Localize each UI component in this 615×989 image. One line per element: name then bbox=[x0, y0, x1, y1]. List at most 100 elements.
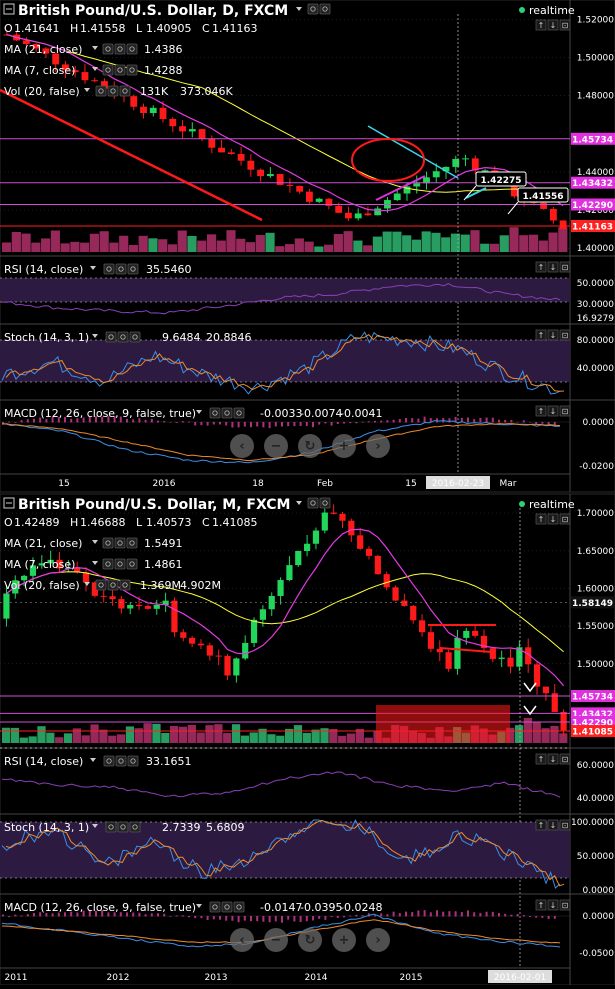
rsi-tool-button-1[interactable] bbox=[115, 755, 127, 767]
title-tool-button-1[interactable] bbox=[319, 3, 331, 15]
macd-histogram-bar bbox=[535, 916, 538, 918]
macd-histogram-bar bbox=[516, 422, 519, 423]
vol-tool-button-1[interactable] bbox=[107, 85, 119, 97]
cursor-date-label: 2016-02-01 bbox=[494, 973, 546, 983]
candle-body bbox=[171, 600, 178, 633]
ma21-tool-button-1[interactable] bbox=[114, 537, 126, 549]
volume-bar bbox=[109, 242, 119, 252]
candle-body bbox=[315, 198, 323, 202]
candle-body bbox=[463, 630, 470, 638]
ma21-tool-button-0[interactable] bbox=[102, 43, 114, 55]
macd-histogram-bar bbox=[343, 422, 345, 424]
candle-body bbox=[559, 220, 567, 230]
vol-tool-button-0[interactable] bbox=[95, 85, 107, 97]
candle-body bbox=[462, 158, 469, 160]
rsi-tool-button-1[interactable] bbox=[115, 263, 127, 275]
ohlc-c-value: 1.41085 bbox=[212, 516, 258, 529]
candle-body bbox=[224, 656, 231, 676]
candle-body bbox=[188, 129, 196, 132]
stoch-tool-button-2[interactable] bbox=[129, 821, 141, 833]
ma21-tool-button-2[interactable] bbox=[126, 43, 138, 55]
stoch-legend-label: Stoch (14, 3, 1) bbox=[4, 331, 89, 344]
macd-histogram-bar bbox=[2, 914, 4, 917]
ma7-legend-label: MA (7, close) bbox=[4, 64, 75, 77]
macd-histogram-bar bbox=[553, 916, 556, 919]
macd-histogram-bar bbox=[355, 914, 358, 917]
realtime-label: realtime bbox=[529, 4, 575, 17]
macd-tool-button-1[interactable] bbox=[221, 901, 233, 913]
stoch-tool-button-2[interactable] bbox=[129, 331, 141, 343]
volume-bar bbox=[216, 240, 226, 252]
ma7-tool-button-0[interactable] bbox=[102, 64, 114, 76]
macd-histogram-bar bbox=[312, 916, 314, 921]
vol-tool-button-2[interactable] bbox=[119, 579, 131, 591]
main-pane-btn-icon-1: ↓ bbox=[550, 515, 557, 524]
macd-value: -0.0147 bbox=[260, 901, 302, 914]
candle-body bbox=[321, 512, 328, 531]
volume-bar bbox=[81, 735, 90, 743]
macd-histogram-bar bbox=[225, 422, 228, 426]
candle-body bbox=[364, 213, 372, 216]
stoch-tool-button-1[interactable] bbox=[117, 331, 129, 343]
macd-histogram-bar bbox=[442, 911, 445, 917]
ma21-tool-button-0[interactable] bbox=[102, 537, 114, 549]
macd-tool-button-2[interactable] bbox=[233, 901, 245, 913]
ma7-tool-button-2[interactable] bbox=[126, 558, 138, 570]
candle-body bbox=[179, 126, 186, 132]
rsi-legend-label: RSI (14, close) bbox=[4, 755, 83, 768]
macd-tool-button-0[interactable] bbox=[209, 407, 221, 419]
volume-bar bbox=[421, 231, 431, 252]
volume-bar bbox=[187, 724, 196, 743]
stoch-tool-button-0[interactable] bbox=[105, 821, 117, 833]
title-tool-button-0[interactable] bbox=[307, 497, 319, 509]
macd-tool-button-1[interactable] bbox=[221, 407, 233, 419]
macd-histogram-bar bbox=[460, 912, 463, 917]
macd-tool-button-2[interactable] bbox=[233, 407, 245, 419]
volume-bar bbox=[346, 733, 356, 743]
ma21-tool-button-1[interactable] bbox=[114, 43, 126, 55]
ma7-tool-button-1[interactable] bbox=[114, 64, 126, 76]
rsi-pane-btn-icon-2: ⊡ bbox=[562, 755, 569, 764]
vol-value-2: 4.902M bbox=[180, 579, 221, 592]
volume-bar bbox=[99, 729, 108, 743]
refresh-icon: ↻ bbox=[305, 933, 316, 948]
ma21-legend-value: 1.5491 bbox=[144, 537, 183, 550]
macd-histogram-bar bbox=[380, 420, 383, 423]
macd-tool-button-0[interactable] bbox=[209, 901, 221, 913]
title-tool-button-0[interactable] bbox=[307, 3, 319, 15]
stoch-k-value: 2.7339 bbox=[162, 821, 201, 834]
macd-histogram-bar bbox=[485, 417, 488, 423]
candle-body bbox=[218, 147, 225, 153]
ma7-tool-button-2[interactable] bbox=[126, 64, 138, 76]
rsi-tool-button-0[interactable] bbox=[103, 755, 115, 767]
volume-bar bbox=[302, 732, 311, 743]
candle-body bbox=[237, 153, 245, 161]
ma21-tool-button-2[interactable] bbox=[126, 537, 138, 549]
macd-histogram-bar bbox=[181, 421, 184, 423]
rsi-tool-button-2[interactable] bbox=[127, 263, 139, 275]
macd-histogram-bar bbox=[8, 916, 11, 918]
candle-body bbox=[91, 80, 99, 82]
stoch-tool-button-1[interactable] bbox=[117, 821, 129, 833]
volume-bar bbox=[240, 735, 250, 743]
vol-tool-button-2[interactable] bbox=[119, 85, 131, 97]
ohlc-key-l: L bbox=[136, 22, 143, 35]
rsi-tool-button-2[interactable] bbox=[127, 755, 139, 767]
level-tag-value: 1.43432 bbox=[572, 179, 613, 189]
ma7-tool-button-1[interactable] bbox=[114, 558, 126, 570]
macd-histogram-bar bbox=[287, 916, 290, 920]
stoch-tool-button-0[interactable] bbox=[105, 331, 117, 343]
volume-bar bbox=[364, 737, 373, 743]
ma7-tool-button-0[interactable] bbox=[102, 558, 114, 570]
vol-tool-button-1[interactable] bbox=[107, 579, 119, 591]
daily-panel: 1.520001.500001.480001.440001.420001.400… bbox=[0, 0, 615, 493]
title-tool-button-1[interactable] bbox=[319, 497, 331, 509]
volume-bar bbox=[46, 732, 55, 743]
volume-bar bbox=[31, 242, 41, 252]
vol-tool-button-0[interactable] bbox=[95, 579, 107, 591]
macd-histogram-bar bbox=[374, 420, 376, 423]
level-tag-value: 1.41163 bbox=[572, 222, 613, 232]
price-tick-label: 1.48000 bbox=[577, 92, 614, 102]
volume-bar bbox=[50, 230, 60, 252]
rsi-tool-button-0[interactable] bbox=[103, 263, 115, 275]
